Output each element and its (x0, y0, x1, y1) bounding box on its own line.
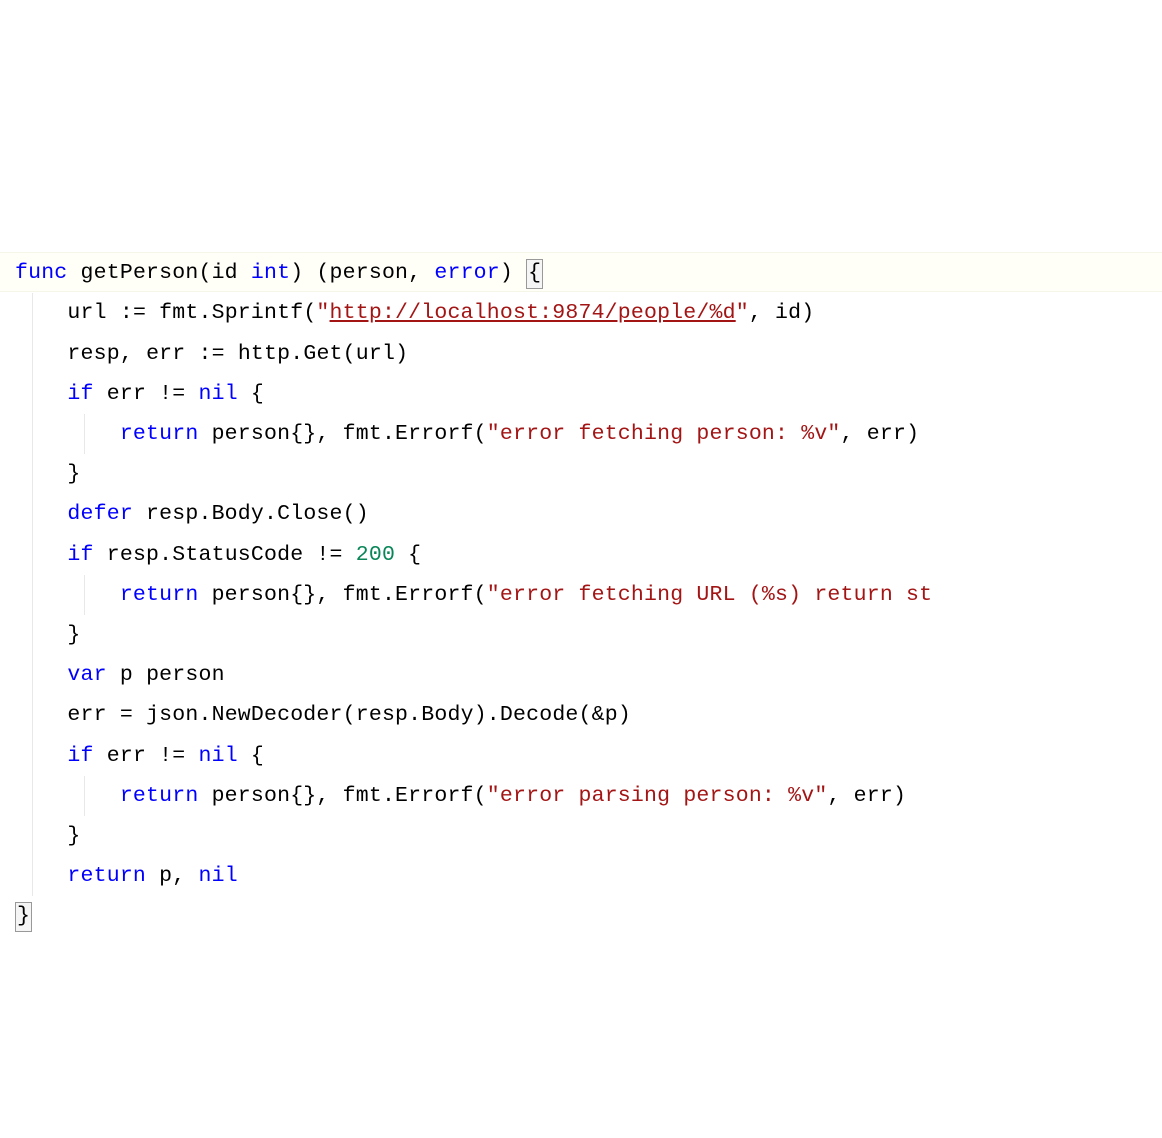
string-literal: "error parsing person: %v" (487, 784, 828, 808)
code-line[interactable]: if err != nil { (15, 736, 1162, 776)
paren: ) (290, 261, 303, 285)
keyword-if: if (67, 543, 93, 567)
code-line[interactable]: return person{}, fmt.Errorf("error fetch… (15, 414, 1162, 454)
keyword-defer: defer (67, 502, 133, 526)
indent-guide (32, 615, 33, 655)
indent-guide (32, 695, 33, 735)
code-line[interactable]: return person{}, fmt.Errorf("error parsi… (15, 776, 1162, 816)
code-line[interactable]: return person{}, fmt.Errorf("error fetch… (15, 575, 1162, 615)
keyword-nil: nil (199, 744, 238, 768)
paren: ( (198, 261, 211, 285)
code-editor[interactable]: func getPerson(id int) (person, error) {… (15, 253, 1162, 936)
indent-guide (32, 374, 33, 414)
indent-guide (32, 334, 33, 374)
indent-guide (84, 776, 85, 816)
code-line[interactable]: } (15, 816, 1162, 856)
indent-guide (32, 856, 33, 896)
paren: ( (316, 261, 329, 285)
param: id (212, 261, 238, 285)
code-line[interactable]: resp, err := http.Get(url) (15, 334, 1162, 374)
indent-guide (32, 736, 33, 776)
matched-brace: { (526, 259, 543, 289)
keyword-return: return (120, 583, 199, 607)
indent-guide (84, 575, 85, 615)
indent-guide (32, 535, 33, 575)
string-literal: "error fetching person: %v" (487, 422, 841, 446)
code-line[interactable]: url := fmt.Sprintf("http://localhost:987… (15, 293, 1162, 333)
indent-guide (32, 776, 33, 816)
keyword-return: return (120, 422, 199, 446)
code-line[interactable]: err = json.NewDecoder(resp.Body).Decode(… (15, 695, 1162, 735)
code-line[interactable]: defer resp.Body.Close() (15, 494, 1162, 534)
code-line[interactable]: return p, nil (15, 856, 1162, 896)
url-string: http://localhost:9874/people/%d (330, 301, 736, 325)
keyword-var: var (67, 663, 106, 687)
code-line[interactable]: } (15, 454, 1162, 494)
indent-guide (32, 575, 33, 615)
type: error (434, 261, 500, 285)
paren: ) (500, 261, 513, 285)
indent-guide (32, 816, 33, 856)
code-line[interactable]: if err != nil { (15, 374, 1162, 414)
code-line[interactable]: if resp.StatusCode != 200 { (15, 535, 1162, 575)
indent-guide (84, 414, 85, 454)
type: int (251, 261, 290, 285)
keyword-func: func (15, 261, 67, 285)
keyword-if: if (67, 382, 93, 406)
number-literal: 200 (356, 543, 395, 567)
type: person (330, 261, 409, 285)
indent-guide (32, 293, 33, 333)
code-line[interactable]: func getPerson(id int) (person, error) { (15, 253, 1162, 293)
code-line[interactable]: var p person (15, 655, 1162, 695)
matched-brace: } (15, 902, 32, 932)
identifier: url (67, 301, 106, 325)
code-line[interactable]: } (15, 615, 1162, 655)
indent-guide (32, 414, 33, 454)
code-line[interactable]: } (15, 896, 1162, 936)
keyword-nil: nil (198, 864, 237, 888)
indent-guide (32, 454, 33, 494)
identifier: getPerson (81, 261, 199, 285)
keyword-return: return (120, 784, 199, 808)
keyword-return: return (67, 864, 146, 888)
keyword-nil: nil (199, 382, 238, 406)
keyword-if: if (67, 744, 93, 768)
indent-guide (32, 655, 33, 695)
indent-guide (32, 494, 33, 534)
string-literal: "error fetching URL (%s) return st (487, 583, 932, 607)
